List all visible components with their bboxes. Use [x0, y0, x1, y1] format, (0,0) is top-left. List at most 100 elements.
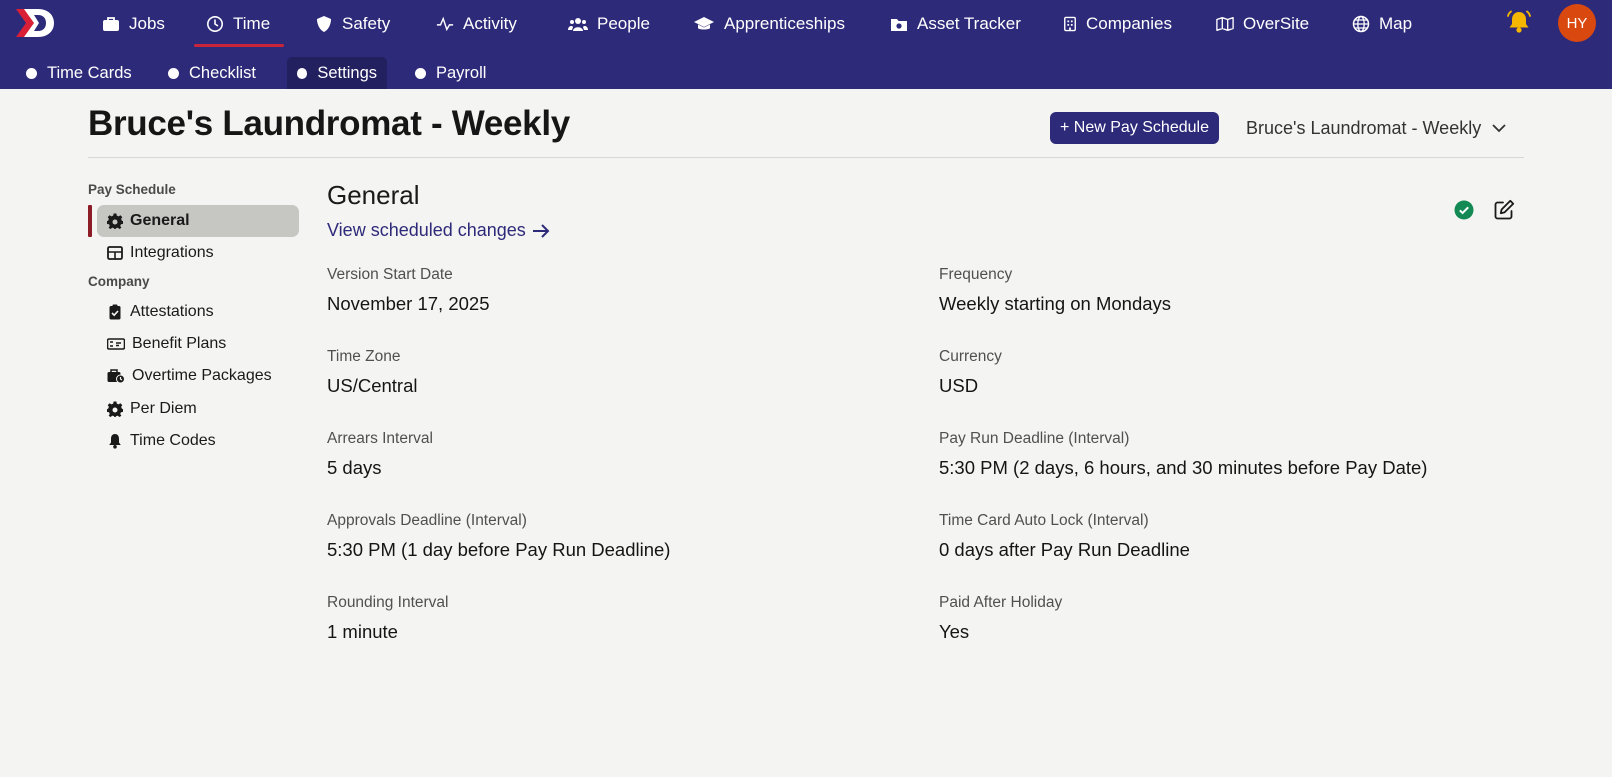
nav-item-jobs[interactable]: Jobs	[102, 0, 165, 47]
nav-item-apprenticeships[interactable]: Apprenticeships	[693, 0, 845, 47]
people-icon	[568, 17, 588, 31]
nav-item-people[interactable]: People	[568, 0, 650, 47]
nav-item-label: Map	[1379, 13, 1413, 33]
subnav-item-settings[interactable]: Settings	[287, 57, 387, 89]
dot-icon	[297, 67, 308, 79]
sidebar-item-label: Overtime Packages	[132, 367, 272, 384]
sidebar-item-label: Attestations	[130, 303, 214, 320]
subnav-item-label: Time Cards	[47, 63, 132, 82]
nav-item-label: Asset Tracker	[917, 13, 1021, 33]
field-label: Arrears Interval	[327, 430, 433, 447]
dot-icon	[415, 67, 426, 79]
map-fold-icon	[1216, 16, 1234, 31]
header-divider	[88, 157, 1524, 158]
arrow-right-icon	[532, 223, 550, 238]
field-value: Yes	[939, 621, 970, 642]
shield-icon	[317, 15, 331, 32]
clipboard-check-icon	[109, 304, 121, 320]
sidebar-item-benefit-plans[interactable]: Benefit Plans	[97, 328, 299, 360]
nav-item-label: Companies	[1086, 13, 1172, 33]
view-scheduled-changes-link[interactable]: View scheduled changes	[327, 220, 550, 241]
sidebar-heading-company: Company	[88, 274, 150, 289]
sidebar-item-label: Benefit Plans	[132, 335, 227, 352]
field-value: USD	[939, 375, 979, 396]
nav-item-time[interactable]: Time	[193, 0, 285, 47]
subnav-item-time-cards[interactable]: Time Cards	[16, 57, 142, 89]
user-avatar[interactable]: HY	[1558, 4, 1596, 42]
field-label: Time Card Auto Lock (Interval)	[939, 512, 1149, 529]
subnav-item-label: Checklist	[189, 63, 256, 82]
field-label: Frequency	[939, 266, 1013, 283]
subnav-item-label: Payroll	[436, 63, 487, 82]
subnav-item-payroll[interactable]: Payroll	[405, 57, 496, 89]
top-navigation-bar: Jobs Time Safety Activity People Apprent…	[0, 0, 1612, 89]
status-check-icon	[1454, 200, 1474, 220]
briefcase-icon	[103, 16, 119, 31]
sidebar-item-label: Integrations	[130, 244, 214, 261]
dot-icon	[26, 67, 37, 79]
page-title: Bruce's Laundromat - Weekly	[88, 104, 570, 143]
sidebar-item-time-codes[interactable]: Time Codes	[97, 425, 299, 457]
field-value: 5:30 PM (1 day before Pay Run Deadline)	[327, 539, 671, 560]
dot-icon	[168, 67, 179, 79]
field-label: Paid After Holiday	[939, 594, 1063, 611]
briefcase-clock-icon	[107, 369, 125, 384]
nav-item-oversite[interactable]: OverSite	[1216, 0, 1309, 47]
nav-item-companies[interactable]: Companies	[1063, 0, 1172, 47]
notification-bell-icon[interactable]	[1506, 9, 1532, 35]
field-value: Weekly starting on Mondays	[939, 293, 1172, 314]
pay-schedule-dropdown-value: Bruce's Laundromat - Weekly	[1246, 117, 1482, 138]
edit-icon[interactable]	[1494, 199, 1515, 220]
field-label: Approvals Deadline (Interval)	[327, 512, 527, 529]
nav-item-label: Activity	[463, 13, 517, 33]
field-label: Currency	[939, 348, 1002, 365]
pulse-icon	[436, 16, 454, 31]
nav-item-label: Time	[233, 13, 271, 33]
chevron-down-icon	[1492, 124, 1506, 133]
section-title: General	[327, 180, 420, 210]
field-label: Time Zone	[327, 348, 401, 365]
sidebar-item-overtime-packages[interactable]: Overtime Packages	[97, 360, 299, 392]
sidebar-item-label: General	[130, 212, 190, 229]
sidebar-heading-pay-schedule: Pay Schedule	[88, 182, 176, 197]
active-item-indicator	[88, 205, 92, 237]
nav-item-label: OverSite	[1243, 13, 1310, 33]
building-icon	[1064, 16, 1076, 31]
globe-icon	[1352, 15, 1370, 32]
field-value: 5:30 PM (2 days, 6 hours, and 30 minutes…	[939, 457, 1428, 478]
sidebar-item-integrations[interactable]: Integrations	[97, 237, 299, 269]
gear-icon	[107, 213, 123, 229]
nav-item-label: Apprenticeships	[724, 13, 845, 33]
graduation-cap-icon	[694, 16, 714, 29]
nav-item-map[interactable]: Map	[1352, 0, 1412, 47]
sidebar-item-per-diem[interactable]: Per Diem	[97, 393, 299, 425]
gear-icon	[107, 401, 123, 417]
new-pay-schedule-button[interactable]: + New Pay Schedule	[1050, 112, 1219, 144]
field-value: US/Central	[327, 375, 418, 396]
sidebar-item-general[interactable]: General	[97, 205, 299, 237]
nav-item-activity[interactable]: Activity	[436, 0, 517, 47]
table-icon	[107, 246, 123, 260]
field-value: 0 days after Pay Run Deadline	[939, 539, 1190, 560]
field-label: Pay Run Deadline (Interval)	[939, 430, 1130, 447]
app-logo-icon[interactable]	[14, 6, 56, 40]
view-scheduled-changes-label: View scheduled changes	[327, 220, 526, 240]
field-value: November 17, 2025	[327, 293, 490, 314]
nav-item-label: Safety	[342, 13, 391, 33]
nav-item-safety[interactable]: Safety	[315, 0, 390, 47]
field-label: Rounding Interval	[327, 594, 449, 611]
nav-item-asset-tracker[interactable]: Asset Tracker	[890, 0, 1021, 47]
sidebar-item-attestations[interactable]: Attestations	[97, 296, 299, 328]
field-value: 1 minute	[327, 621, 398, 642]
subnav-item-label: Settings	[317, 63, 377, 82]
camera-box-icon	[891, 18, 907, 31]
clock-icon	[207, 15, 223, 32]
bell-icon	[109, 434, 121, 449]
field-label: Version Start Date	[327, 266, 453, 283]
money-check-icon	[107, 338, 125, 350]
pay-schedule-dropdown[interactable]: Bruce's Laundromat - Weekly	[1246, 112, 1507, 144]
subnav-item-checklist[interactable]: Checklist	[158, 57, 266, 89]
nav-item-label: People	[597, 13, 650, 33]
sidebar-item-label: Time Codes	[130, 432, 216, 449]
field-value: 5 days	[327, 457, 382, 478]
